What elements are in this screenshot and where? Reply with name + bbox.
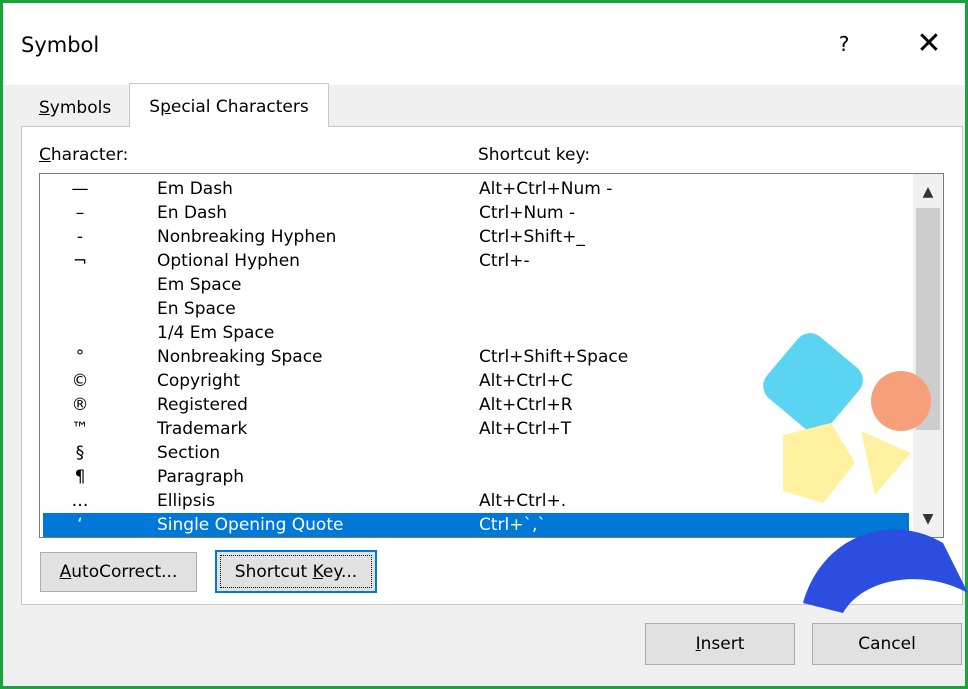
list-item-name: Single Opening Quote bbox=[157, 515, 344, 535]
tab-special-label: ecial Characters bbox=[170, 97, 309, 117]
list-item[interactable]: – En Dash Ctrl+Num - bbox=[43, 201, 909, 225]
autocorrect-accesskey: A bbox=[59, 562, 72, 582]
list-item-symbol: ‘ bbox=[77, 515, 83, 535]
list-item-name: Optional Hyphen bbox=[157, 251, 300, 271]
list-item-name: En Space bbox=[157, 299, 236, 319]
list-item-shortcut: Ctrl+Num - bbox=[479, 203, 576, 223]
list-item[interactable]: - Nonbreaking Hyphen Ctrl+Shift+_ bbox=[43, 225, 909, 249]
autocorrect-label: utoCorrect... bbox=[71, 562, 178, 582]
list-item-name: Ellipsis bbox=[157, 491, 216, 511]
list-item-name: Registered bbox=[157, 395, 248, 415]
column-header-shortcut-key: Shortcut key: bbox=[478, 145, 591, 165]
shortcut-key-prefix: Shortcut bbox=[234, 562, 313, 582]
cancel-button[interactable]: Cancel bbox=[812, 623, 962, 665]
shortcut-key-focus-ring: Shortcut Key... bbox=[220, 555, 372, 588]
help-button[interactable]: ? bbox=[829, 27, 859, 61]
list-item-symbol: ® bbox=[71, 395, 89, 415]
list-item-shortcut: Alt+Ctrl+Num - bbox=[479, 179, 613, 199]
list-item-shortcut: Ctrl+Shift+Space bbox=[479, 347, 629, 367]
list-item-symbol: ¶ bbox=[74, 467, 86, 487]
shortcut-key-label: ey... bbox=[322, 562, 358, 582]
list-item-name: Copyright bbox=[157, 371, 241, 391]
title-bar: Symbol ? ✕ bbox=[3, 3, 965, 85]
tab-special-characters[interactable]: Special Characters bbox=[129, 83, 329, 127]
list-item-symbol: — bbox=[71, 179, 89, 199]
list-item-symbol: - bbox=[76, 227, 84, 247]
list-item-name: Nonbreaking Space bbox=[157, 347, 323, 367]
tab-symbols-accesskey: S bbox=[39, 98, 50, 118]
list-item-symbol: ¬ bbox=[72, 251, 88, 271]
list-item-symbol: … bbox=[71, 491, 89, 511]
list-item-symbol: § bbox=[75, 443, 85, 463]
list-item[interactable]: — Em Dash Alt+Ctrl+Num - bbox=[43, 177, 909, 201]
list-item-symbol: ° bbox=[75, 347, 85, 367]
list-item-shortcut: Ctrl+- bbox=[479, 251, 530, 271]
watermark-salmon-shape bbox=[871, 371, 931, 431]
column-character-label: haracter: bbox=[50, 145, 129, 165]
chevron-up-icon[interactable]: ▲ bbox=[913, 179, 943, 205]
autocorrect-button[interactable]: AutoCorrect... bbox=[40, 552, 197, 592]
list-item-symbol: © bbox=[71, 371, 89, 391]
close-button[interactable]: ✕ bbox=[907, 25, 951, 63]
tab-symbols-label: ymbols bbox=[49, 98, 112, 118]
tab-special-accesskey: p bbox=[160, 97, 171, 117]
list-item[interactable]: Em Space bbox=[43, 273, 909, 297]
list-item-name: Em Dash bbox=[157, 179, 233, 199]
tab-symbols[interactable]: Symbols bbox=[39, 98, 111, 118]
list-item-name: En Dash bbox=[157, 203, 228, 223]
list-item-name: 1/4 Em Space bbox=[157, 323, 275, 343]
list-item[interactable]: ¬ Optional Hyphen Ctrl+- bbox=[43, 249, 909, 273]
shortcut-key-accesskey: K bbox=[312, 562, 323, 582]
watermark-yellow-shape bbox=[783, 423, 855, 503]
insert-button[interactable]: Insert bbox=[645, 623, 795, 665]
list-item-shortcut: Alt+Ctrl+. bbox=[479, 491, 567, 511]
list-item-name: Paragraph bbox=[157, 467, 245, 487]
list-item-shortcut: Ctrl+Shift+_ bbox=[479, 227, 585, 247]
list-item-symbol: ™ bbox=[71, 419, 89, 439]
watermark-yellow-shape-2 bbox=[861, 431, 911, 495]
list-item-shortcut: Ctrl+`,` bbox=[479, 515, 546, 535]
watermark-cyan-shape bbox=[763, 333, 863, 433]
list-item-symbol: – bbox=[75, 203, 85, 223]
list-item-shortcut: Alt+Ctrl+C bbox=[479, 371, 573, 391]
symbol-dialog: Symbol ? ✕ Symbols Special Characters Ch… bbox=[0, 0, 968, 689]
list-item-shortcut: Alt+Ctrl+T bbox=[479, 419, 572, 439]
column-header-character: Character: bbox=[39, 145, 128, 165]
column-character-accesskey: C bbox=[39, 145, 51, 165]
list-item-name: Section bbox=[157, 443, 221, 463]
list-item-shortcut: Alt+Ctrl+R bbox=[479, 395, 573, 415]
list-item-name: Nonbreaking Hyphen bbox=[157, 227, 337, 247]
list-item-name: Em Space bbox=[157, 275, 242, 295]
list-item-name: Trademark bbox=[157, 419, 248, 439]
shortcut-key-button[interactable]: Shortcut Key... bbox=[215, 550, 377, 593]
dialog-title: Symbol bbox=[21, 33, 100, 57]
tab-special-prefix: S bbox=[149, 97, 161, 117]
watermark-logo bbox=[763, 333, 968, 613]
insert-label: nsert bbox=[700, 634, 745, 654]
watermark-blue-shape bbox=[803, 529, 968, 613]
